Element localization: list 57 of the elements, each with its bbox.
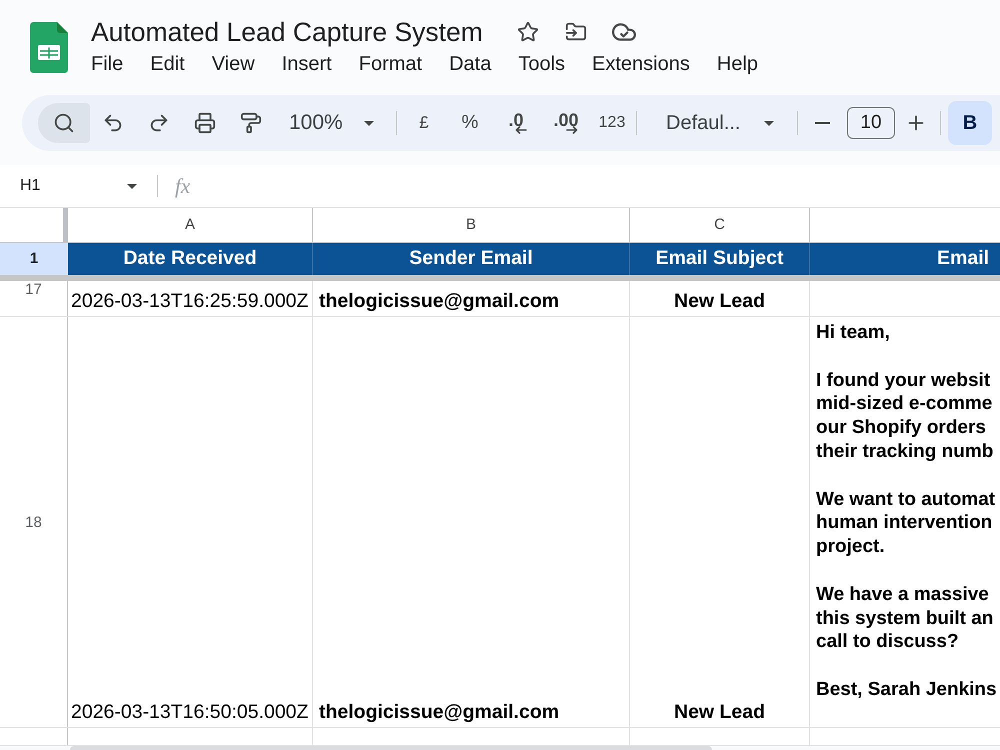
menu-item[interactable]: Format (345, 50, 436, 78)
font-size-field[interactable]: 10 (847, 107, 895, 139)
message-text: Best, Sarah Jenkins (816, 678, 997, 702)
menu-item[interactable]: View (198, 50, 268, 78)
scrollbar-thumb[interactable] (70, 746, 712, 750)
menu-item[interactable]: Tools (504, 50, 579, 78)
caret-icon (764, 120, 774, 126)
right-arrow-icon (566, 126, 578, 134)
menu-item[interactable]: Extensions (578, 50, 704, 78)
message-text: We have a massive this system built an call to discuss? (816, 582, 994, 654)
redo-icon (148, 112, 170, 134)
sender-email-text: thelogicissue@gmail.com (319, 290, 560, 312)
number-format-button[interactable]: 123 (592, 103, 632, 143)
cloud-check-icon (612, 23, 636, 41)
column-header[interactable]: A (68, 208, 313, 242)
bold-button[interactable]: B (948, 101, 992, 145)
message-text: I found your websit mid-sized e-comme our Shopify orders their tracking numb (816, 368, 994, 464)
document-title[interactable]: Automated Lead Capture System (91, 14, 483, 50)
caret-icon (127, 184, 137, 188)
search-icon (53, 112, 75, 134)
timestamp-text: 2026-03-13T16:50:05.000Z (71, 701, 308, 723)
caret-icon (364, 120, 374, 126)
message-text: Hi team, (816, 321, 890, 345)
row-header[interactable]: 1 (0, 243, 68, 275)
subject-text: New Lead (674, 290, 766, 312)
menu-item[interactable]: Data (436, 50, 505, 78)
paint-roller-icon (240, 112, 262, 134)
zoom-select[interactable]: 100% (274, 103, 388, 143)
increase-decimal-button[interactable]: .00 (540, 103, 592, 143)
menu-item[interactable]: File (78, 50, 137, 78)
percent-format-button[interactable]: % (448, 103, 492, 143)
search-button[interactable] (38, 103, 90, 143)
subject-text: New Lead (674, 701, 766, 723)
folder-arrow-icon (564, 21, 587, 43)
column-title: Sender Email (409, 246, 533, 272)
message-text: We want to automat human intervention project. (816, 488, 996, 559)
menu-item[interactable]: Help (703, 50, 772, 78)
star-icon (516, 21, 539, 43)
column-title: Email Subject (656, 246, 784, 272)
decrease-decimal-button[interactable]: .0 (492, 103, 540, 143)
font-select[interactable]: Defaul... (641, 103, 788, 143)
left-arrow-icon (515, 126, 527, 134)
column-title: Date Received (123, 246, 257, 272)
currency-format-button[interactable]: £ (400, 103, 448, 143)
column-header[interactable]: B (313, 208, 630, 242)
printer-icon (194, 112, 216, 134)
menu-item[interactable]: Edit (136, 50, 198, 78)
minus-icon (814, 122, 830, 124)
menu-item[interactable]: Insert (268, 50, 346, 78)
name-box[interactable]: H1 (0, 169, 140, 203)
timestamp-text: 2026-03-13T16:25:59.000Z (71, 290, 308, 312)
function-label: fx (175, 174, 190, 198)
undo-icon (102, 112, 124, 134)
sender-email-text: thelogicissue@gmail.com (319, 701, 560, 723)
column-title: Email (937, 246, 990, 272)
spreadsheet-logo-icon[interactable] (30, 22, 68, 73)
column-header[interactable]: C (630, 208, 810, 242)
